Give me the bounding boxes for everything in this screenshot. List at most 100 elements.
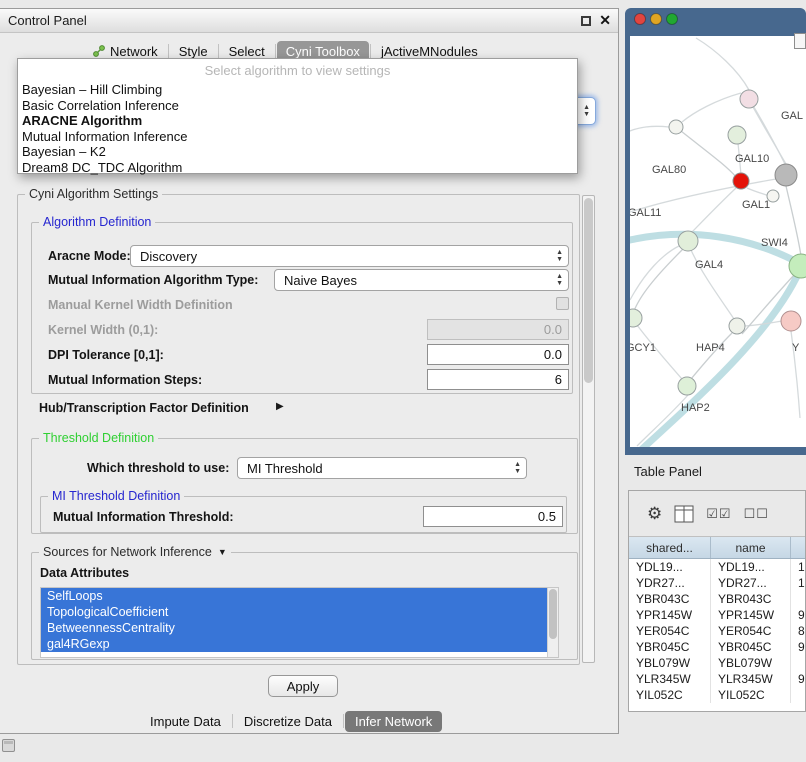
network-edge[interactable] <box>630 246 679 300</box>
dropdown-item[interactable]: Basic Correlation Inference <box>18 98 577 114</box>
network-scrollbar-stub[interactable] <box>794 33 806 49</box>
cell-name[interactable]: YPR145W <box>711 607 791 623</box>
column-manager-icon[interactable] <box>674 505 694 523</box>
network-node-red[interactable] <box>733 173 749 189</box>
network-edge[interactable] <box>682 93 741 122</box>
attributes-list[interactable]: SelfLoops TopologicalCoefficient Between… <box>40 587 559 658</box>
network-node[interactable] <box>669 120 683 134</box>
scrollbar-thumb[interactable] <box>549 589 557 639</box>
table-row[interactable]: YER054CYER054C8. <box>629 623 805 639</box>
table-row[interactable]: YIL052CYIL052C <box>629 687 805 703</box>
cell-name[interactable]: YDR27... <box>711 575 791 591</box>
dropdown-item[interactable]: Mutual Information Inference <box>18 129 577 145</box>
settings-scrollbar[interactable] <box>582 195 595 663</box>
network-node[interactable] <box>781 311 801 331</box>
attribute-item-selected[interactable]: SelfLoops <box>41 588 547 604</box>
cell-extra[interactable]: 8. <box>791 623 805 639</box>
mi-steps-field[interactable]: 6 <box>427 369 569 390</box>
gear-icon[interactable]: ⚙ <box>647 505 662 523</box>
table-row[interactable]: YBR043CYBR043C <box>629 591 805 607</box>
network-node[interactable] <box>678 231 698 251</box>
minimize-traffic-light[interactable] <box>651 14 662 25</box>
close-traffic-light[interactable] <box>635 14 646 25</box>
mi-type-combo[interactable]: Naive Bayes ▲▼ <box>274 269 569 291</box>
cell-extra[interactable]: 13 <box>791 559 805 575</box>
cell-extra[interactable]: 9. <box>791 671 805 687</box>
cell-extra[interactable]: 9. <box>791 639 805 655</box>
table-row[interactable]: YLR345WYLR345W9. <box>629 671 805 687</box>
aracne-mode-combo[interactable]: Discovery ▲▼ <box>130 245 569 267</box>
network-node[interactable] <box>775 164 797 186</box>
cell-extra[interactable]: 9. <box>791 607 805 623</box>
cell-extra[interactable]: 12 <box>791 575 805 591</box>
network-node[interactable] <box>630 309 642 327</box>
dropdown-item[interactable]: Bayesian – Hill Climbing <box>18 82 577 98</box>
mi-threshold-field[interactable]: 0.5 <box>423 506 563 527</box>
column-header-name[interactable]: name <box>711 537 791 558</box>
close-icon[interactable]: ✕ <box>599 14 611 27</box>
zoom-traffic-light[interactable] <box>667 14 678 25</box>
cell-extra[interactable] <box>791 655 805 671</box>
network-edge[interactable] <box>786 186 801 256</box>
column-header-shared-name[interactable]: shared... <box>629 537 711 558</box>
deselect-all-icon[interactable]: ☐☐ <box>744 506 769 522</box>
list-scrollbar[interactable] <box>547 588 558 657</box>
select-all-icon[interactable]: ☑☑ <box>706 506 731 522</box>
network-node[interactable] <box>728 126 746 144</box>
dropdown-item[interactable]: Bayesian – K2 <box>18 144 577 160</box>
network-canvas[interactable]: GAL GAL80 GAL10 GAL11 GAL1 SWI4 GAL4 GCY… <box>630 36 806 447</box>
tab-impute-data[interactable]: Impute Data <box>140 711 231 732</box>
cell-name[interactable]: YDL19... <box>711 559 791 575</box>
dropdown-item-selected[interactable]: ARACNE Algorithm <box>18 113 577 129</box>
sources-group: Sources for Network Inference ▼ Data Att… <box>31 552 578 660</box>
network-edge[interactable] <box>696 38 749 90</box>
network-node[interactable] <box>729 318 745 334</box>
cell-extra[interactable] <box>791 687 805 703</box>
node-label: GAL <box>781 110 803 122</box>
attribute-item-selected[interactable]: BetweennessCentrality <box>41 620 547 636</box>
network-edge[interactable] <box>630 126 669 131</box>
tab-discretize-data[interactable]: Discretize Data <box>234 711 342 732</box>
cell-shared[interactable]: YBL079W <box>629 655 711 671</box>
table-row[interactable]: YDR27...YDR27...12 <box>629 575 805 591</box>
kernel-width-field[interactable]: 0.0 <box>427 319 569 340</box>
cell-shared[interactable]: YBR043C <box>629 591 711 607</box>
cell-shared[interactable]: YDR27... <box>629 575 711 591</box>
cell-shared[interactable]: YER054C <box>629 623 711 639</box>
table-header: shared... name <box>629 537 805 559</box>
cell-name[interactable]: YBR043C <box>711 591 791 607</box>
float-window-icon[interactable] <box>581 16 591 26</box>
table-row[interactable]: YPR145WYPR145W9. <box>629 607 805 623</box>
apply-button[interactable]: Apply <box>268 675 338 697</box>
table-row[interactable]: YBL079WYBL079W <box>629 655 805 671</box>
network-node[interactable] <box>678 377 696 395</box>
cell-shared[interactable]: YLR345W <box>629 671 711 687</box>
collapse-down-icon[interactable]: ▼ <box>218 547 227 557</box>
dropdown-item[interactable]: Dream8 DC_TDC Algorithm <box>18 160 577 176</box>
cell-shared[interactable]: YDL19... <box>629 559 711 575</box>
table-row[interactable]: YDL19...YDL19...13 <box>629 559 805 575</box>
scrollbar-thumb[interactable] <box>584 198 593 383</box>
tab-infer-network[interactable]: Infer Network <box>345 711 442 732</box>
cell-shared[interactable]: YBR045C <box>629 639 711 655</box>
column-header-extra[interactable] <box>791 537 805 558</box>
manual-kernel-checkbox[interactable] <box>556 297 569 310</box>
cell-extra[interactable] <box>791 591 805 607</box>
network-edge[interactable] <box>747 188 769 196</box>
cell-shared[interactable]: YPR145W <box>629 607 711 623</box>
restore-panel-icon[interactable] <box>2 739 15 752</box>
cell-name[interactable]: YIL052C <box>711 687 791 703</box>
which-threshold-combo[interactable]: MI Threshold ▲▼ <box>237 457 527 479</box>
cell-shared[interactable]: YIL052C <box>629 687 711 703</box>
cell-name[interactable]: YBL079W <box>711 655 791 671</box>
cell-name[interactable]: YLR345W <box>711 671 791 687</box>
cell-name[interactable]: YBR045C <box>711 639 791 655</box>
attribute-item-selected[interactable]: gal4RGexp <box>41 636 547 652</box>
cell-name[interactable]: YER054C <box>711 623 791 639</box>
dpi-tolerance-field[interactable]: 0.0 <box>427 344 569 365</box>
network-node[interactable] <box>740 90 758 108</box>
attribute-item-selected[interactable]: TopologicalCoefficient <box>41 604 547 620</box>
expand-right-icon[interactable]: ▶ <box>276 401 284 412</box>
table-row[interactable]: YBR045CYBR045C9. <box>629 639 805 655</box>
network-edge[interactable] <box>634 249 683 311</box>
